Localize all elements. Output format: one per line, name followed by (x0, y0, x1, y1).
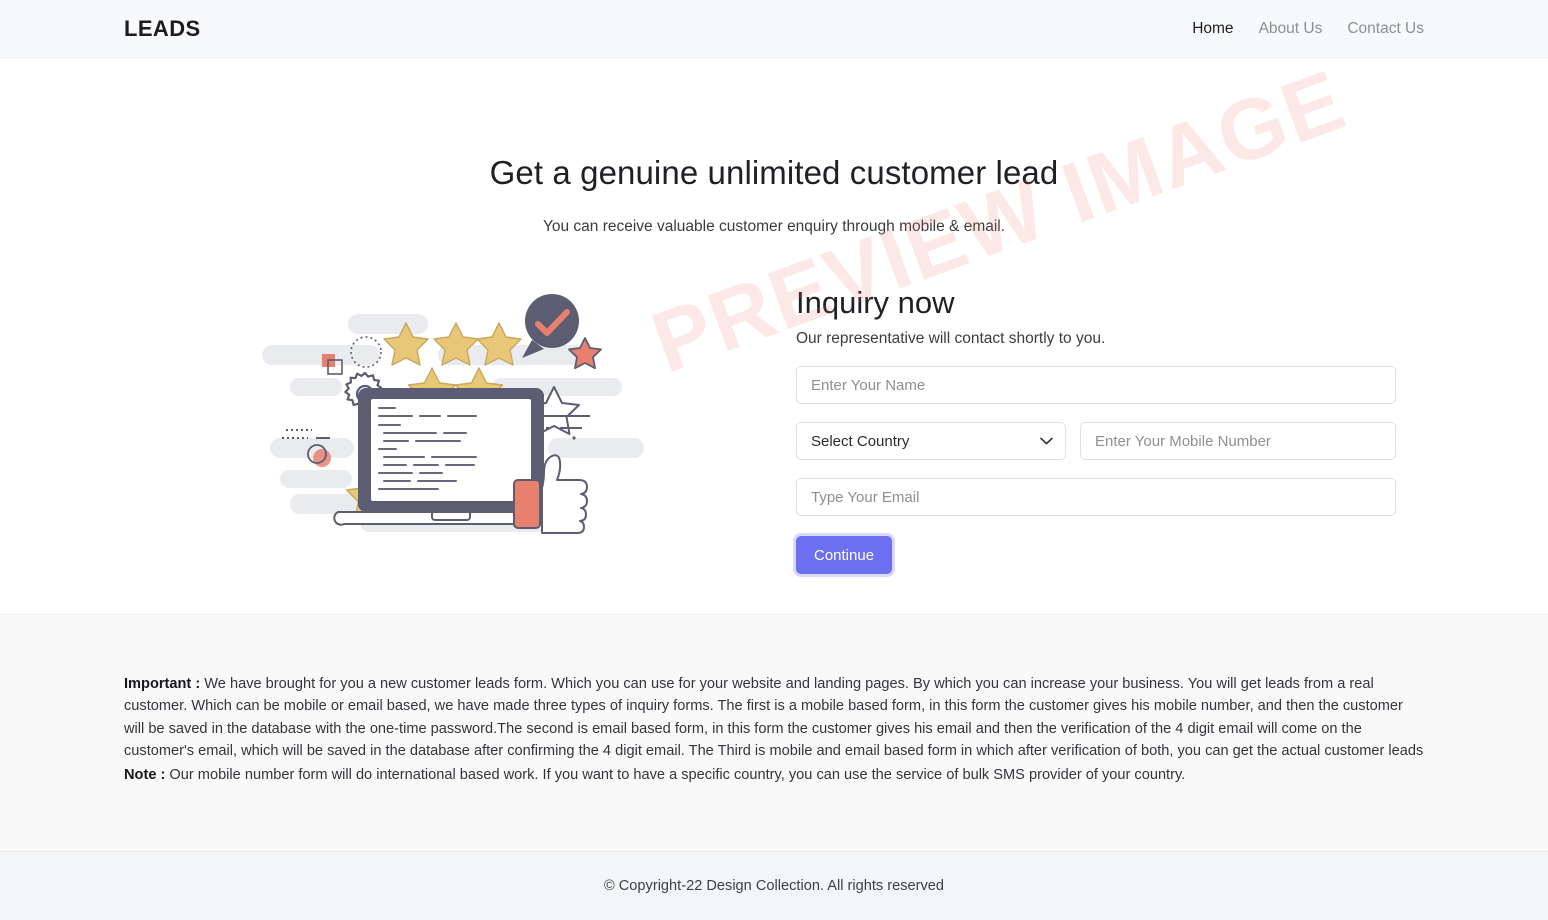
top-navbar: LEADS Home About Us Contact Us (0, 0, 1548, 58)
country-select-wrapper: Select Country (796, 422, 1066, 461)
name-field-row (796, 366, 1396, 405)
nav-item-contact-us[interactable]: Contact Us (1347, 20, 1424, 38)
note-text: Our mobile number form will do internati… (165, 766, 1186, 783)
illustration-column (124, 278, 796, 548)
inquiry-form: Inquiry now Our representative will cont… (796, 278, 1396, 575)
copyright-text: © Copyright-22 Design Collection. All ri… (603, 878, 945, 894)
form-title: Inquiry now (796, 285, 955, 320)
mobile-number-input[interactable] (1080, 422, 1396, 461)
dashed-lines-decoration (282, 429, 330, 439)
email-field-row (796, 478, 1396, 517)
continue-button[interactable]: Continue (796, 536, 893, 575)
country-mobile-field-row: Select Country (796, 422, 1396, 461)
important-paragraph: Important : We have brought for you a ne… (124, 673, 1424, 763)
nav-item-about-us[interactable]: About Us (1259, 20, 1323, 38)
page-subtitle: You can receive valuable customer enquir… (542, 218, 1006, 235)
country-select[interactable]: Select Country (796, 422, 1066, 461)
important-text: We have brought for you a new customer l… (124, 676, 1424, 760)
name-input[interactable] (796, 366, 1396, 405)
important-label: Important : (124, 676, 201, 692)
note-label: Note : (124, 766, 166, 783)
note-paragraph: Note : Our mobile number form will do in… (124, 764, 1424, 786)
nav-item-home[interactable]: Home (1192, 20, 1233, 38)
email-input[interactable] (796, 478, 1396, 517)
page-footer: © Copyright-22 Design Collection. All ri… (0, 851, 1548, 920)
customer-review-laptop-illustration (262, 294, 644, 534)
brand-logo[interactable]: LEADS (124, 16, 201, 42)
main-content-row: Inquiry now Our representative will cont… (0, 236, 1548, 575)
form-subtitle: Our representative will contact shortly … (796, 330, 1106, 348)
info-section: Important : We have brought for you a ne… (0, 614, 1548, 851)
hero-section: Get a genuine unlimited customer lead Yo… (0, 58, 1548, 236)
page-title: Get a genuine unlimited customer lead (489, 154, 1059, 191)
page-root: LEADS Home About Us Contact Us Get a gen… (0, 0, 1548, 920)
main-nav: Home About Us Contact Us (1192, 20, 1424, 38)
